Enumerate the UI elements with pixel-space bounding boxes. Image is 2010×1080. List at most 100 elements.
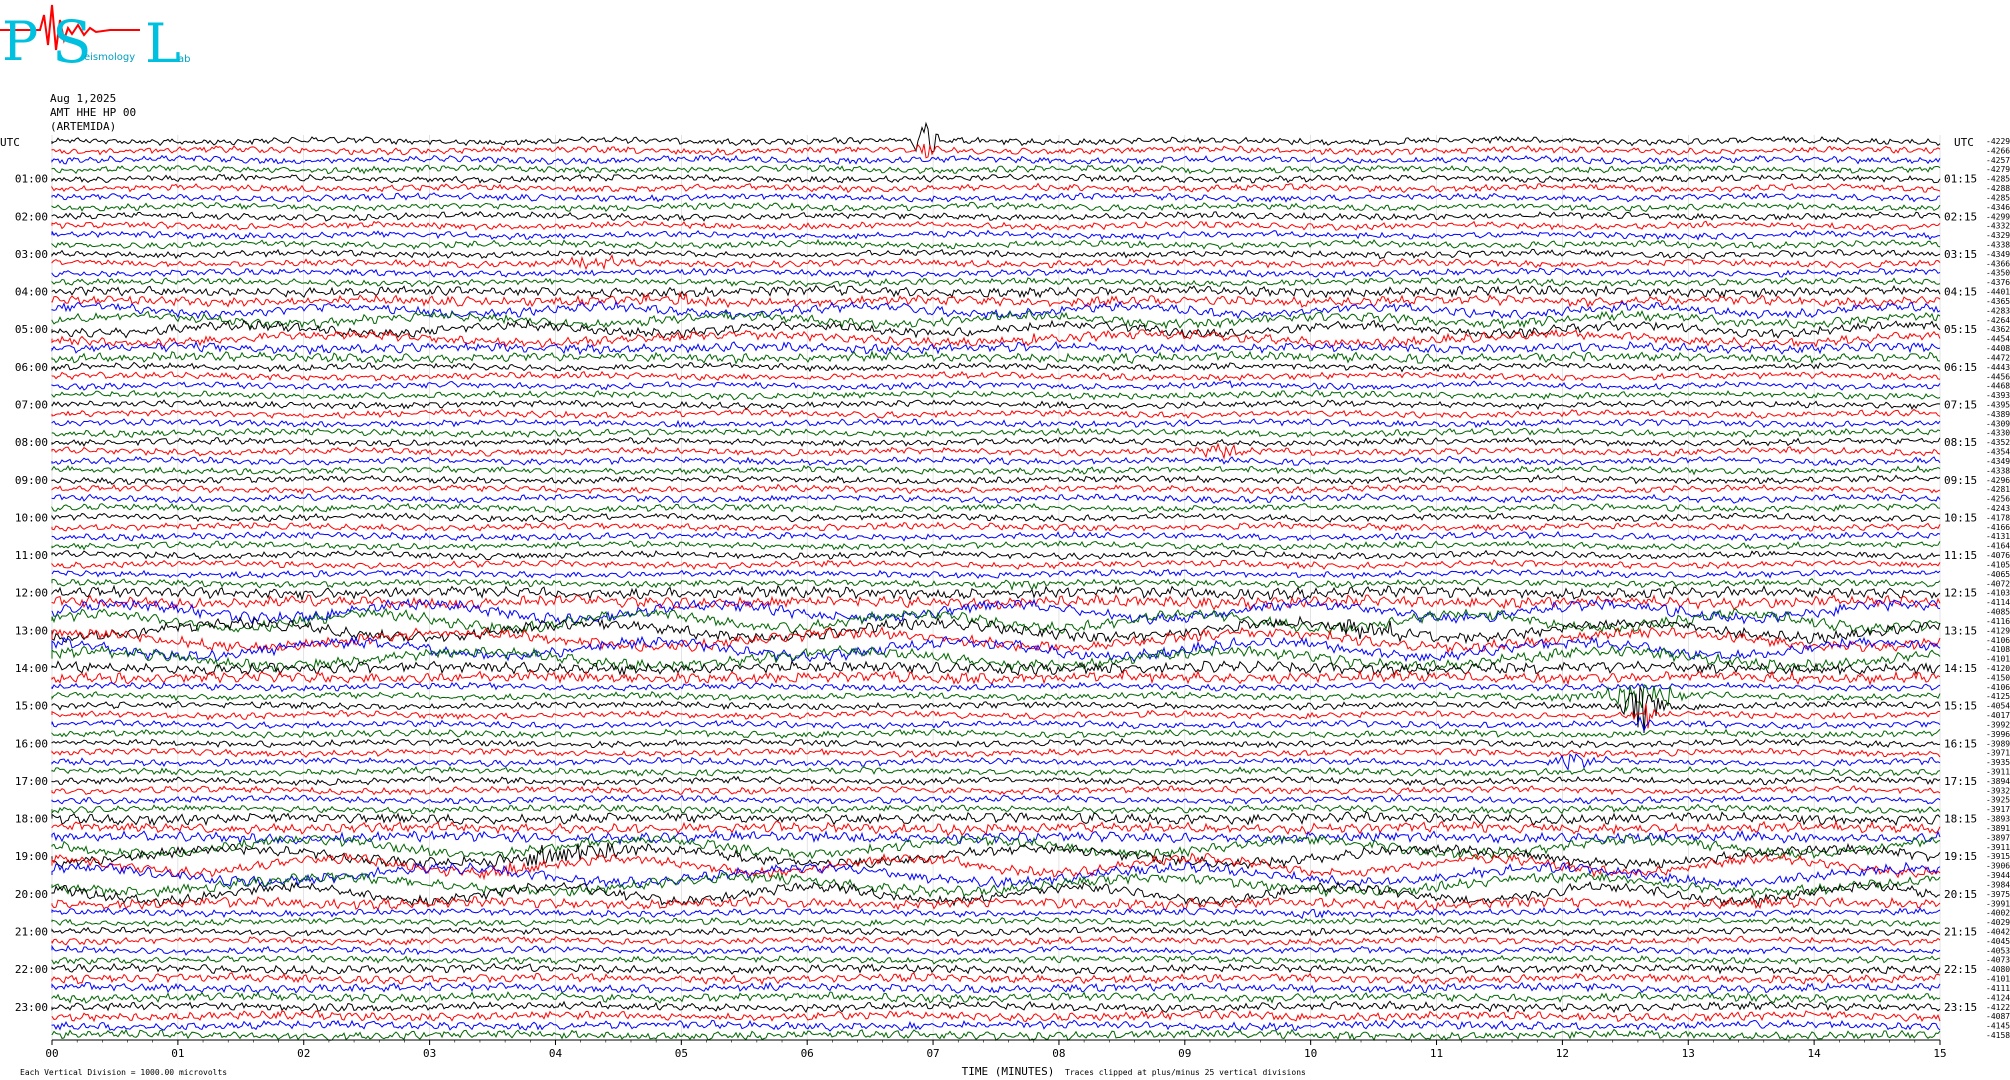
trace-line [51,229,1941,241]
trace-value-label: -4122 [1986,1003,2010,1012]
x-tick-label: 12 [1556,1047,1569,1060]
trace-value-label: -4285 [1986,175,2010,184]
trace-line [51,399,1941,411]
helicorder-chart: -4229-4266-4257-4279-4285-4288-4285-4346… [0,121,2010,1078]
trace-value-label: -4365 [1986,297,2010,306]
trace-line [51,164,1941,175]
hour-label-right: 16:15 [1944,737,1977,750]
trace-line [51,121,1941,153]
trace-line [51,201,1941,212]
hour-label-left: 09:00 [15,474,48,487]
trace-line [51,300,1941,320]
trace-line [51,253,1941,271]
trace-value-label: -4264 [1986,316,2010,325]
trace-line [51,474,1941,486]
trace-line [51,728,1941,740]
trace-value-label: -4346 [1986,203,2010,212]
trace-value-label: -4129 [1986,626,2010,635]
trace-value-label: -3911 [1986,768,2010,777]
hour-label-left: 16:00 [15,737,48,750]
hour-label-left: 12:00 [15,587,48,600]
trace-line [51,972,1941,986]
trace-line [51,737,1941,749]
trace-line [51,379,1941,391]
trace-value-label: -4454 [1986,335,2010,344]
trace-line [51,981,1941,995]
hour-label-left: 06:00 [15,361,48,374]
trace-value-label: -4065 [1986,570,2010,579]
trace-line [51,277,1941,288]
trace-line [51,328,1941,349]
trace-value-label: -4266 [1986,146,2010,155]
hour-label-right: 12:15 [1944,587,1977,600]
trace-line [51,493,1941,504]
trace-line [51,530,1941,542]
hour-label-left: 15:00 [15,700,48,713]
trace-value-label: -3992 [1986,720,2010,729]
trace-value-label: -4279 [1986,165,2010,174]
trace-line [51,775,1941,787]
trace-value-label: -3975 [1986,890,2010,899]
hour-label-right: 08:15 [1944,436,1977,449]
hour-label-left: 21:00 [15,925,48,938]
trace-value-label: -4285 [1986,193,2010,202]
trace-value-label: -4042 [1986,927,2010,936]
trace-value-label: -4309 [1986,419,2010,428]
trace-line [51,935,1941,947]
trace-value-label: -4352 [1986,438,2010,447]
trace-value-label: -4054 [1986,702,2010,711]
trace-line [51,944,1941,957]
trace-value-label: -4349 [1986,457,2010,466]
trace-value-label: -4296 [1986,476,2010,485]
trace-value-label: -4101 [1986,655,2010,664]
hour-label-left: 14:00 [15,662,48,675]
utc-label-right: UTC [1954,136,1974,149]
trace-line [51,686,1941,734]
x-tick-label: 03 [423,1047,436,1060]
hour-label-left: 20:00 [15,888,48,901]
hour-label-left: 18:00 [15,813,48,826]
trace-value-label: -4150 [1986,673,2010,682]
trace-value-label: -4281 [1986,485,2010,494]
trace-line [51,502,1941,514]
trace-line [51,578,1941,592]
trace-line [51,361,1941,373]
trace-value-label: -4045 [1986,937,2010,946]
trace-line [51,1000,1941,1014]
hour-label-left: 03:00 [15,248,48,261]
trace-value-label: -4085 [1986,608,2010,617]
trace-value-label: -4354 [1986,448,2010,457]
hour-label-right: 20:15 [1944,888,1977,901]
trace-value-label: -4350 [1986,269,2010,278]
hour-label-right: 02:15 [1944,210,1977,223]
trace-line [51,340,1941,356]
x-tick-label: 09 [1178,1047,1191,1060]
trace-line [51,752,1941,772]
trace-value-label: -4349 [1986,250,2010,259]
hour-label-left: 11:00 [15,549,48,562]
x-tick-label: 08 [1052,1047,1065,1060]
trace-line [51,442,1941,460]
trace-value-label: -3989 [1986,739,2010,748]
trace-line [51,319,1941,339]
x-tick-label: 04 [549,1047,563,1060]
trace-line [51,549,1941,561]
hour-label-right: 15:15 [1944,700,1977,713]
trace-line [51,766,1941,777]
trace-value-label: -4330 [1986,429,2010,438]
trace-value-label: -3891 [1986,824,2010,833]
trace-line [51,210,1941,222]
trace-line [51,916,1941,928]
trace-value-label: -4257 [1986,156,2010,165]
trace-value-label: -3971 [1986,749,2010,758]
trace-line [51,483,1941,495]
trace-value-label: -4332 [1986,222,2010,231]
x-tick-label: 02 [297,1047,310,1060]
trace-line [51,1009,1941,1023]
trace-line [51,584,1941,602]
trace-value-label: -4029 [1986,918,2010,927]
trace-value-label: -3984 [1986,880,2010,889]
trace-line [51,896,1941,911]
hour-label-right: 22:15 [1944,963,1977,976]
hour-label-right: 19:15 [1944,850,1977,863]
